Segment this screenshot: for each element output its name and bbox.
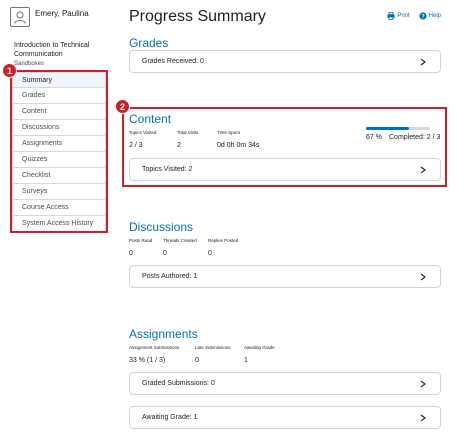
print-label: Print — [397, 13, 410, 19]
topics-visited-value: 2 / 3 — [129, 142, 143, 149]
graded-submissions-panel[interactable]: Graded Submissions: 0 — [129, 372, 441, 395]
topics-visited-label: Topics Visited — [129, 130, 157, 135]
course-title: Introduction to Technical Communication — [14, 42, 90, 58]
chevron-right-icon — [420, 414, 426, 422]
late-submissions-label: Late Submissions — [195, 345, 231, 350]
total-visits-label: Total Visits — [177, 130, 199, 135]
sidebar-nav: Summary Grades Content Discussions Assig… — [12, 72, 106, 232]
posts-authored-label: Posts Authored: 1 — [142, 273, 198, 280]
total-visits-value: 2 — [177, 142, 181, 149]
sidebar-item-checklist[interactable]: Checklist — [12, 168, 106, 184]
threads-created-label: Threads Created — [163, 238, 197, 243]
replies-posted-label: Replies Posted — [208, 238, 239, 243]
assignment-submissions-value: 33 % (1 / 3) — [129, 357, 166, 364]
content-completed: Completed: 2 / 3 — [389, 134, 441, 141]
chevron-right-icon — [420, 380, 426, 388]
sidebar-item-discussions[interactable]: Discussions — [12, 120, 106, 136]
page-title: Progress Summary — [129, 8, 266, 25]
sidebar-item-assignments[interactable]: Assignments — [12, 136, 106, 152]
sidebar: Emery, Paulina Introduction to Technical… — [0, 0, 112, 441]
help-icon: ? — [419, 12, 427, 20]
discussions-stats: Posts Read 0 Threads Created 0 Replies P… — [129, 238, 256, 258]
posts-read-label: Posts Read — [129, 238, 153, 243]
grades-received-panel[interactable]: Grades Received: 0 — [129, 50, 441, 73]
discussions-heading: Discussions — [129, 220, 194, 234]
page-actions: Print ? Help — [387, 12, 441, 20]
posts-authored-panel[interactable]: Posts Authored: 1 — [129, 265, 441, 288]
content-stats: Topics Visited 2 / 3 Total Visits 2 Time… — [129, 130, 285, 150]
help-label: Help — [428, 13, 441, 19]
time-spent-value: 0d 0h 0m 34s — [217, 142, 260, 149]
sidebar-item-quizzes[interactable]: Quizzes — [12, 152, 106, 168]
content-heading: Content — [129, 112, 172, 126]
sidebar-item-surveys[interactable]: Surveys — [12, 184, 106, 200]
user-avatar-icon[interactable] — [10, 7, 30, 27]
topics-visited-panel[interactable]: Topics Visited: 2 — [129, 158, 441, 181]
grades-heading: Grades — [129, 36, 169, 50]
sidebar-item-content[interactable]: Content — [12, 104, 106, 120]
assignment-submissions-label: Assignment Submissions — [129, 345, 180, 350]
time-spent-label: Time Spent — [217, 130, 240, 135]
awaiting-grade-label: Awaiting Grade — [244, 345, 275, 350]
chevron-right-icon — [420, 58, 426, 66]
callout-badge-1: 1 — [2, 63, 17, 78]
chevron-right-icon — [420, 273, 426, 281]
awaiting-grade-panel[interactable]: Awaiting Grade: 1 — [129, 406, 441, 429]
content-progress-fill — [366, 127, 409, 130]
help-button[interactable]: ? Help — [419, 12, 441, 20]
sidebar-item-summary[interactable]: Summary — [12, 72, 106, 88]
threads-created-value: 0 — [163, 250, 167, 257]
print-icon — [387, 12, 395, 20]
graded-submissions-label: Graded Submissions: 0 — [142, 380, 215, 387]
replies-posted-value: 0 — [208, 250, 212, 257]
user-profile[interactable]: Emery, Paulina — [10, 7, 89, 27]
assignments-heading: Assignments — [129, 327, 198, 341]
sidebar-item-system-access-history[interactable]: System Access History — [12, 216, 106, 232]
late-submissions-value: 0 — [195, 357, 199, 364]
sidebar-item-course-access[interactable]: Course Access — [12, 200, 106, 216]
sidebar-item-grades[interactable]: Grades — [12, 88, 106, 104]
callout-badge-2: 2 — [115, 99, 130, 114]
posts-read-value: 0 — [129, 250, 133, 257]
topics-visited-panel-label: Topics Visited: 2 — [142, 166, 193, 173]
assignments-stats: Assignment Submissions 33 % (1 / 3) Late… — [129, 345, 292, 365]
awaiting-grade-panel-label: Awaiting Grade: 1 — [142, 414, 198, 421]
awaiting-grade-value: 1 — [244, 357, 248, 364]
user-name: Emery, Paulina — [35, 9, 89, 18]
print-button[interactable]: Print — [387, 12, 410, 20]
content-progress-percent: 67 % — [366, 134, 382, 141]
course-subtitle: Sandboxes — [14, 61, 45, 67]
content-progress-bar — [366, 127, 430, 130]
grades-received-label: Grades Received: 0 — [142, 58, 204, 65]
chevron-right-icon — [420, 166, 426, 174]
